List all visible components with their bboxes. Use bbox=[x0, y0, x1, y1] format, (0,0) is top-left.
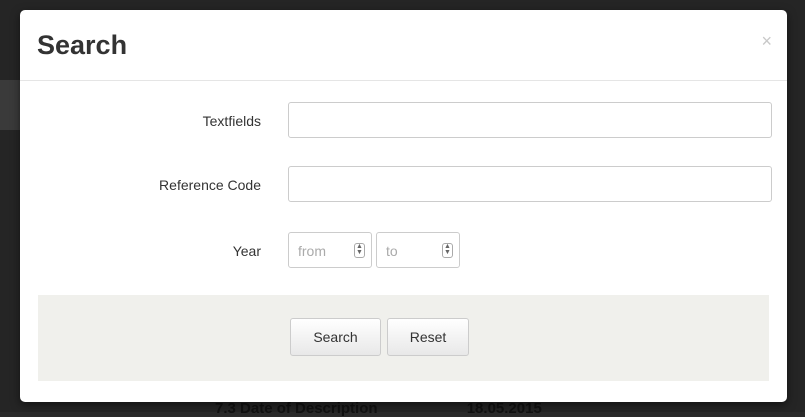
reference-code-row: Reference Code bbox=[20, 166, 787, 204]
background-date-value: 18.05.2015 bbox=[466, 400, 542, 417]
textfields-row: Textfields bbox=[20, 102, 787, 140]
close-icon[interactable]: × bbox=[761, 32, 772, 50]
textfields-label: Textfields bbox=[202, 113, 261, 129]
year-from-placeholder: from bbox=[298, 243, 326, 259]
modal-title: Search bbox=[37, 30, 128, 60]
modal-header: Search × bbox=[20, 10, 787, 81]
background-section-label: 7.3 Date of Description bbox=[215, 400, 378, 417]
year-label: Year bbox=[232, 243, 261, 259]
spinner-arrows-icon[interactable]: ▲ ▼ bbox=[442, 243, 453, 258]
reference-code-label: Reference Code bbox=[159, 177, 261, 193]
search-modal: Search × Textfields Reference Code Year … bbox=[20, 10, 787, 402]
reference-code-input[interactable] bbox=[288, 166, 772, 202]
year-from-input[interactable]: from ▲ ▼ bbox=[288, 232, 372, 268]
year-to-placeholder: to bbox=[386, 243, 398, 259]
year-to-input[interactable]: to ▲ ▼ bbox=[376, 232, 460, 268]
reset-button[interactable]: Reset bbox=[387, 318, 469, 356]
modal-footer: Search Reset bbox=[38, 295, 769, 381]
spinner-arrows-icon[interactable]: ▲ ▼ bbox=[354, 243, 365, 258]
search-button[interactable]: Search bbox=[290, 318, 381, 356]
year-row: Year from ▲ ▼ to ▲ ▼ bbox=[20, 232, 787, 270]
background-section-text: 7.3 Date of Description 18.05.2015 bbox=[215, 400, 542, 417]
textfields-input[interactable] bbox=[288, 102, 772, 138]
